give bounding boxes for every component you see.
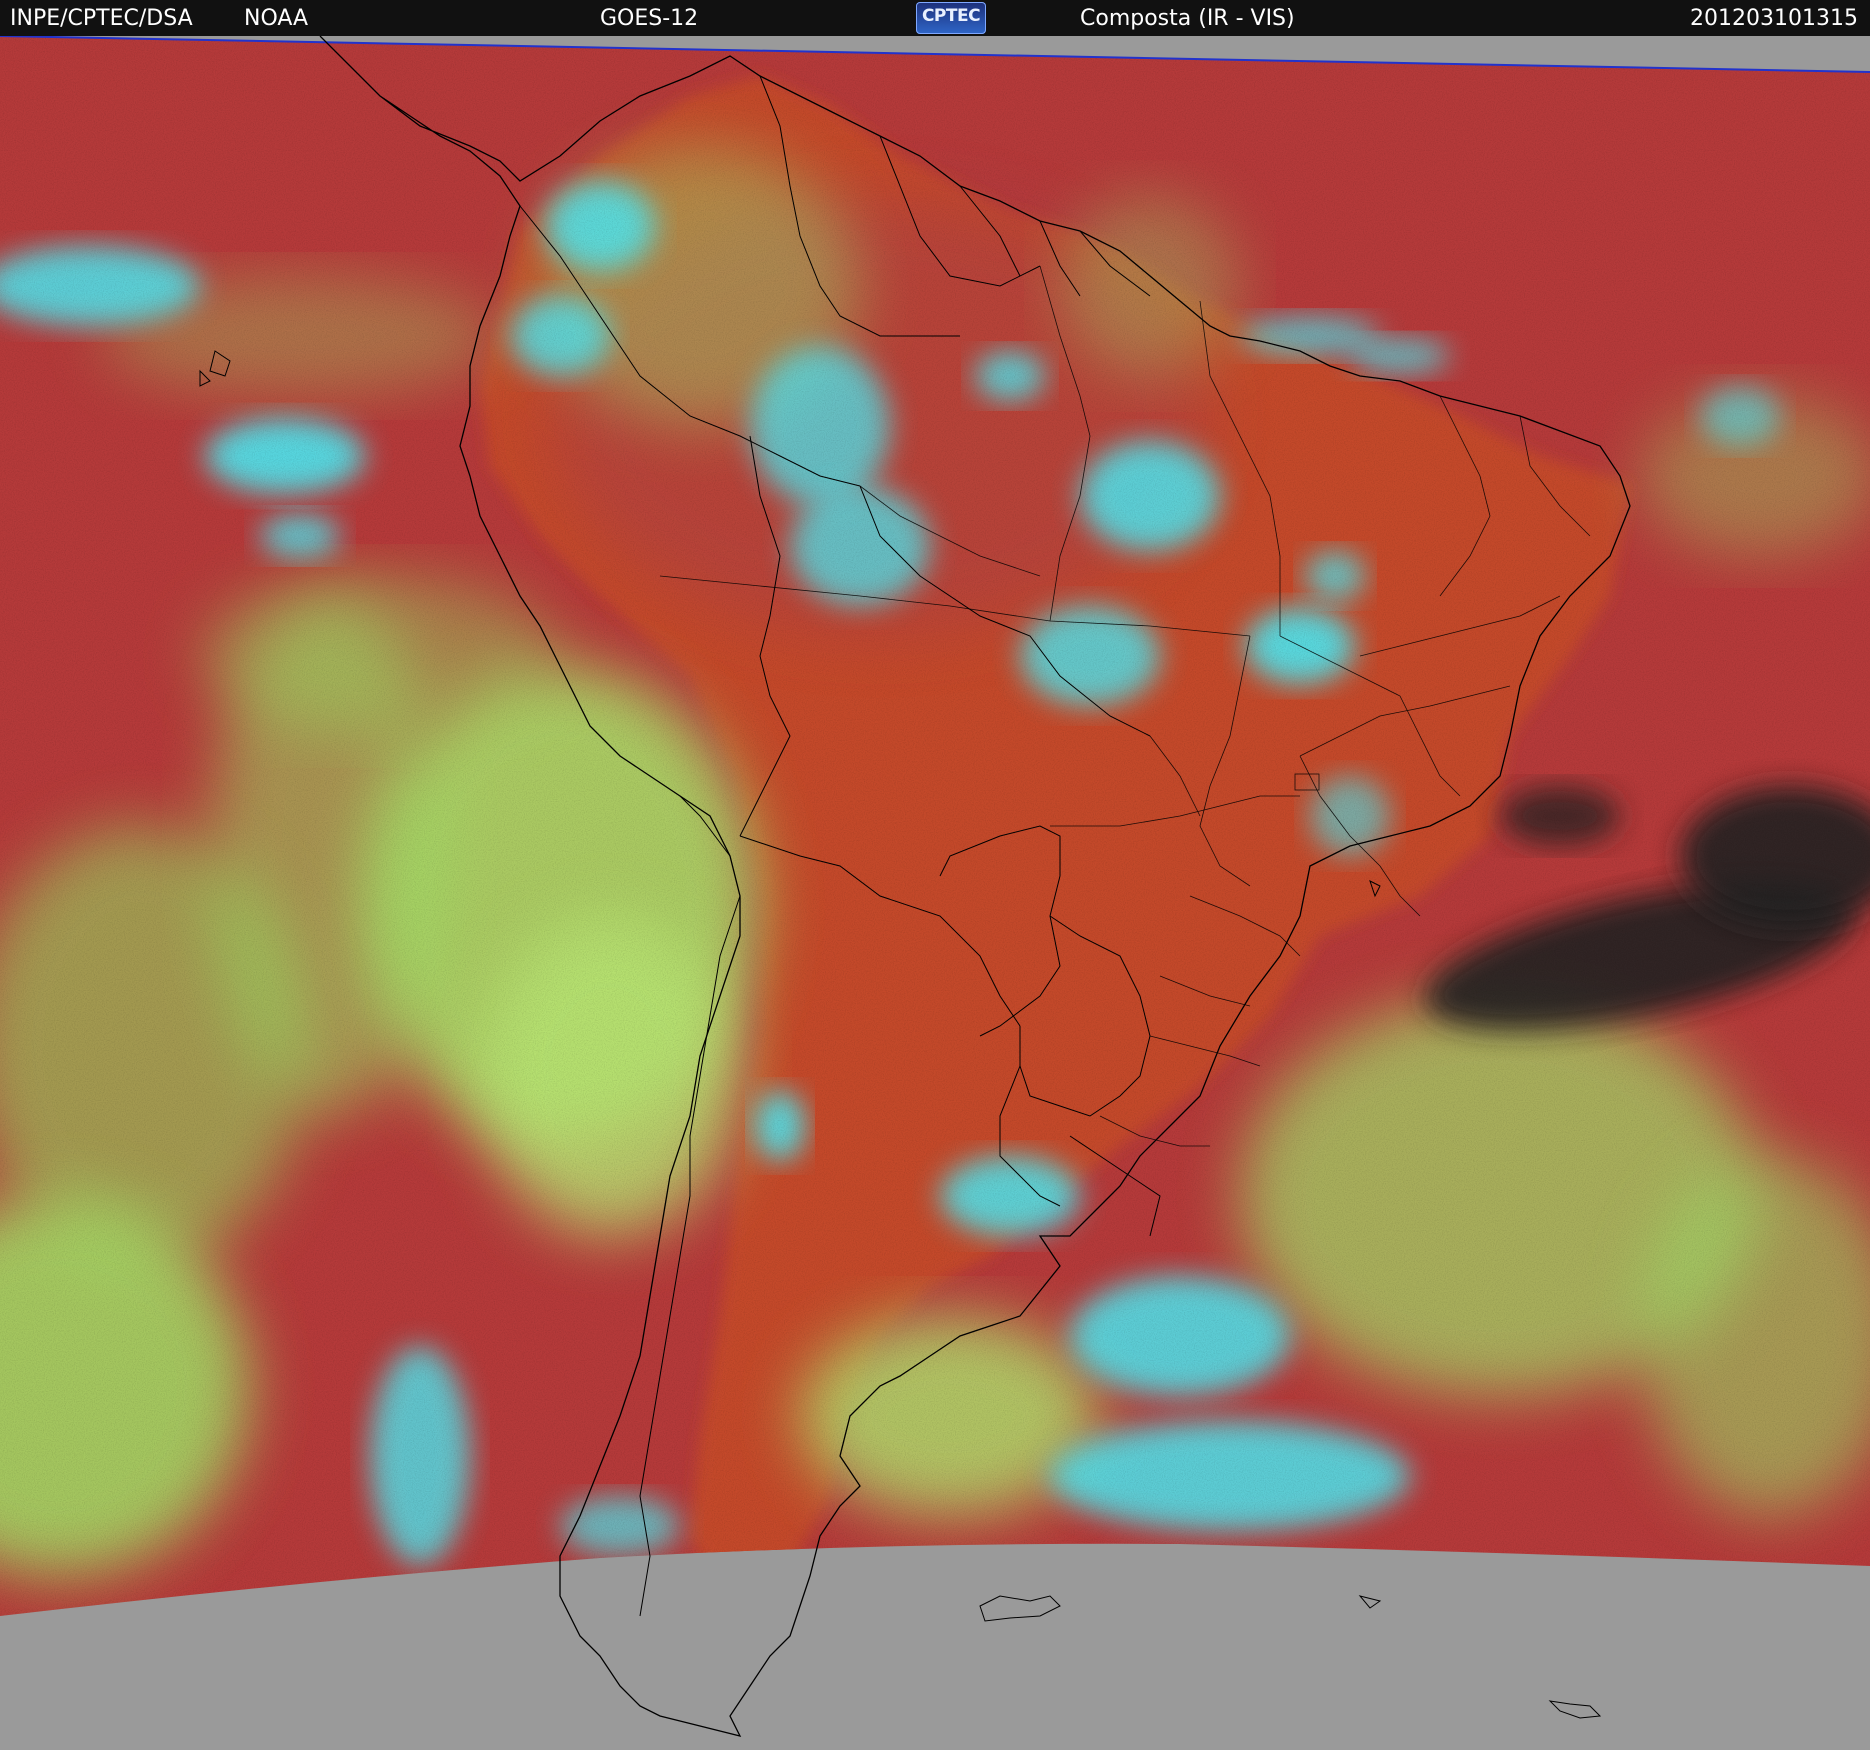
noise-texture	[0, 36, 1870, 1616]
imaged-region	[0, 36, 1870, 1616]
cptec-logo: CPTEC	[916, 2, 986, 34]
product-label: Composta (IR - VIS)	[1080, 6, 1295, 31]
satellite-composite-map	[0, 36, 1870, 1750]
satellite-image-viewer: INPE/CPTEC/DSA NOAA GOES-12 CPTEC Compos…	[0, 0, 1870, 1750]
logo-text: CPTEC	[921, 6, 981, 26]
agency-label: INPE/CPTEC/DSA	[10, 6, 193, 31]
source-label: NOAA	[244, 6, 309, 31]
header-bar: INPE/CPTEC/DSA NOAA GOES-12 CPTEC Compos…	[0, 0, 1870, 36]
timestamp-label: 201203101315	[1690, 6, 1858, 31]
satellite-label: GOES-12	[600, 6, 699, 31]
